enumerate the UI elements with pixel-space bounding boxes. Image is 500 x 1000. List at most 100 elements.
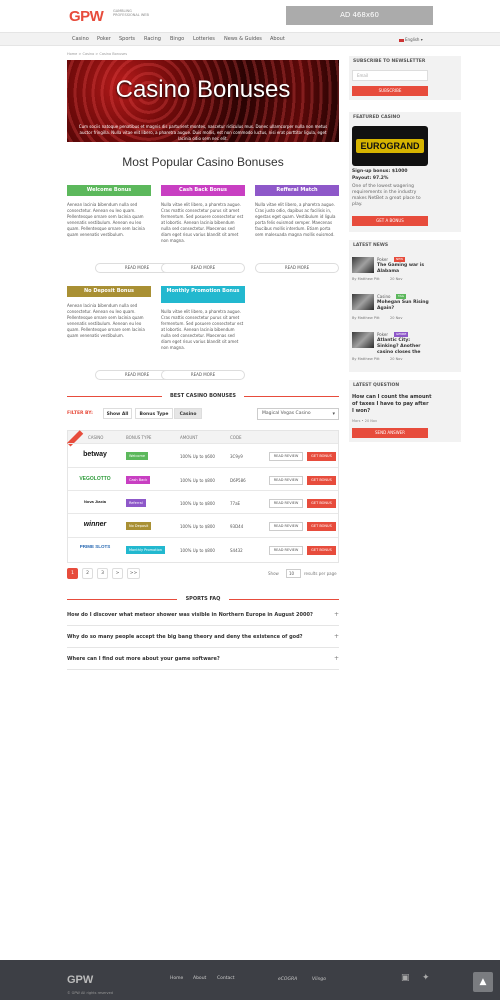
news-title[interactable]: The Gaming war is Alabama	[377, 263, 433, 275]
news-item[interactable]: Poker GENRE Atlantic City: Sinking? Anot…	[352, 332, 432, 364]
breadcrumb[interactable]: Home > Casino > Casino Bonuses	[67, 52, 127, 56]
page-1-button[interactable]: 1	[67, 568, 78, 579]
hero-text: Cum sociis natoque penatibus et magnis d…	[78, 124, 328, 141]
filter-label: FILTER BY:	[67, 411, 93, 416]
read-review-button[interactable]: READ REVIEW	[269, 522, 303, 531]
email-input[interactable]: Email	[352, 70, 428, 81]
nav-item-poker[interactable]: Poker	[97, 36, 111, 42]
last-page-button[interactable]: >>	[127, 568, 140, 579]
read-review-button[interactable]: READ REVIEW	[269, 499, 303, 508]
page-3-button[interactable]: 3	[97, 568, 108, 579]
bonus-badge[interactable]: No Deposit Bonus	[67, 286, 151, 297]
back-to-top-button[interactable]: ▲	[473, 972, 493, 992]
results-per-page-label: results per page	[304, 571, 337, 576]
filter-casino-button[interactable]: Casino	[174, 408, 202, 419]
logo-tagline: Gambling Professional Web	[113, 9, 149, 17]
footer-logo[interactable]: GPW	[67, 974, 93, 986]
payout: Payout: 97.2%	[352, 176, 389, 181]
flag-icon	[399, 38, 404, 42]
page-2-button[interactable]: 2	[82, 568, 93, 579]
nav-item-news-guides[interactable]: News & Guides	[224, 36, 262, 42]
news-item[interactable]: Poker NEW The Gaming war is Alabama By M…	[352, 257, 432, 285]
main-nav: Casino Poker Sports Racing Bingo Lotteri…	[0, 32, 500, 46]
get-bonus-button[interactable]: GET BONUS	[307, 476, 336, 485]
plus-icon[interactable]: +	[334, 626, 339, 648]
news-title[interactable]: Mohegan Sun Rising Again?	[377, 300, 433, 312]
news-tag: GENRE	[394, 332, 409, 337]
faq-item[interactable]: How do I discover what meteor shower was…	[67, 604, 339, 626]
facebook-icon[interactable]: ▣	[401, 973, 410, 983]
twitter-icon[interactable]: ✦	[422, 973, 430, 983]
read-more-button[interactable]: READ MORE	[161, 263, 245, 273]
bonus-card: Welcome Bonus Aenean lacinia bibendum nu…	[67, 185, 151, 238]
faq-item[interactable]: Why do so many people accept the big ban…	[67, 626, 339, 648]
bonus-type-badge: Cash Back	[126, 476, 151, 484]
filter-show-all-button[interactable]: Show All	[103, 408, 132, 419]
news-date: 20 Nov	[390, 277, 403, 281]
subscribe-button[interactable]: SUBSCRIBE	[352, 86, 428, 96]
news-date: 20 Nov	[390, 357, 403, 361]
latest-question-title: LATEST QUESTION	[353, 383, 400, 388]
get-a-bonus-button[interactable]: GET A BONUS	[352, 216, 428, 226]
casino-logo[interactable]: betway	[76, 449, 114, 461]
nav-item-about[interactable]: About	[270, 36, 285, 42]
news-title[interactable]: Atlantic City: Sinking? Another casino c…	[377, 338, 433, 356]
question-text[interactable]: How can I count the amount of taxes I ha…	[352, 394, 432, 415]
table-header: CASINO BONUS TYPE AMOUNT CODE	[68, 431, 338, 443]
casino-logo[interactable]: VEGOLOTTO	[76, 473, 114, 485]
plus-icon[interactable]: +	[334, 648, 339, 670]
nav-item-bingo[interactable]: Bingo	[170, 36, 184, 42]
signup-bonus: Sign-up bonus: $1000	[352, 169, 408, 174]
hero-banner: Casino Bonuses Cum sociis natoque penati…	[67, 60, 339, 142]
casino-logo[interactable]: winner	[76, 519, 114, 531]
filter-bonus-type-button[interactable]: Bonus Type	[135, 408, 173, 419]
footer-link-about[interactable]: About	[193, 976, 206, 981]
per-page-select[interactable]: 10	[286, 569, 301, 578]
bonus-type-badge: Referral	[126, 499, 146, 507]
table-row: Nova Jiaxia Referral 100% Up to $800 77a…	[68, 490, 338, 513]
nav-item-casino[interactable]: Casino	[72, 36, 89, 42]
read-more-button[interactable]: READ MORE	[161, 370, 245, 380]
get-bonus-button[interactable]: GET BONUS	[307, 499, 336, 508]
col-amount: AMOUNT	[180, 435, 198, 440]
news-thumbnail	[352, 294, 374, 310]
get-bonus-button[interactable]: GET BONUS	[307, 546, 336, 555]
bonus-type-badge: Monthly Promotion	[126, 546, 165, 554]
bonus-badge[interactable]: Cash Back Bonus	[161, 185, 245, 196]
nav-item-sports[interactable]: Sports	[119, 36, 135, 42]
footer-link-contact[interactable]: Contact	[217, 976, 235, 981]
plus-icon[interactable]: +	[334, 604, 339, 626]
read-more-button[interactable]: READ MORE	[255, 263, 339, 273]
bonus-card: Refferal Match Nulla vitae elit libero, …	[255, 185, 339, 238]
bonus-code: 93D44	[230, 524, 244, 529]
ecogra-badge: eCOGRA	[278, 977, 298, 982]
casino-logo[interactable]: PRIME SLOTS	[76, 543, 114, 555]
read-review-button[interactable]: READ REVIEW	[269, 546, 303, 555]
news-category: Poker	[377, 257, 388, 262]
read-review-button[interactable]: READ REVIEW	[269, 452, 303, 461]
get-bonus-button[interactable]: GET BONUS	[307, 522, 336, 531]
nav-item-racing[interactable]: Racing	[144, 36, 161, 42]
best-bonuses-heading: BEST CASINO BONUSES	[67, 393, 339, 399]
ad-banner[interactable]: AD 468x60	[286, 6, 433, 25]
casino-select[interactable]: Magical Vegas Casino	[257, 408, 339, 420]
faq-item[interactable]: Where can I find out more about your gam…	[67, 648, 339, 670]
news-item[interactable]: Casino TAG Mohegan Sun Rising Again? By …	[352, 294, 432, 322]
footer-link-home[interactable]: Home	[170, 976, 183, 981]
bonus-badge[interactable]: Welcome Bonus	[67, 185, 151, 196]
next-page-button[interactable]: >	[112, 568, 123, 579]
get-bonus-button[interactable]: GET BONUS	[307, 452, 336, 461]
bonus-text: Aenean lacinia bibendum nulla sed consec…	[67, 202, 145, 237]
bonus-code: D6P586	[230, 478, 246, 483]
col-bonus-type: BONUS TYPE	[126, 435, 152, 440]
featured-casino-logo[interactable]: EUROGRAND	[352, 126, 428, 166]
send-answer-button[interactable]: SEND ANSWER	[352, 428, 428, 438]
read-review-button[interactable]: READ REVIEW	[269, 476, 303, 485]
casino-logo[interactable]: Nova Jiaxia	[76, 496, 114, 508]
popular-bonuses-title: Most Popular Casino Bonuses	[122, 155, 284, 169]
language-selector[interactable]: English ▾	[399, 37, 423, 42]
bonus-badge[interactable]: Monthly Promotion Bonus	[161, 286, 245, 303]
bonus-badge[interactable]: Refferal Match	[255, 185, 339, 196]
nav-item-lotteries[interactable]: Lotteries	[193, 36, 215, 42]
site-logo[interactable]: GPW	[69, 8, 104, 25]
